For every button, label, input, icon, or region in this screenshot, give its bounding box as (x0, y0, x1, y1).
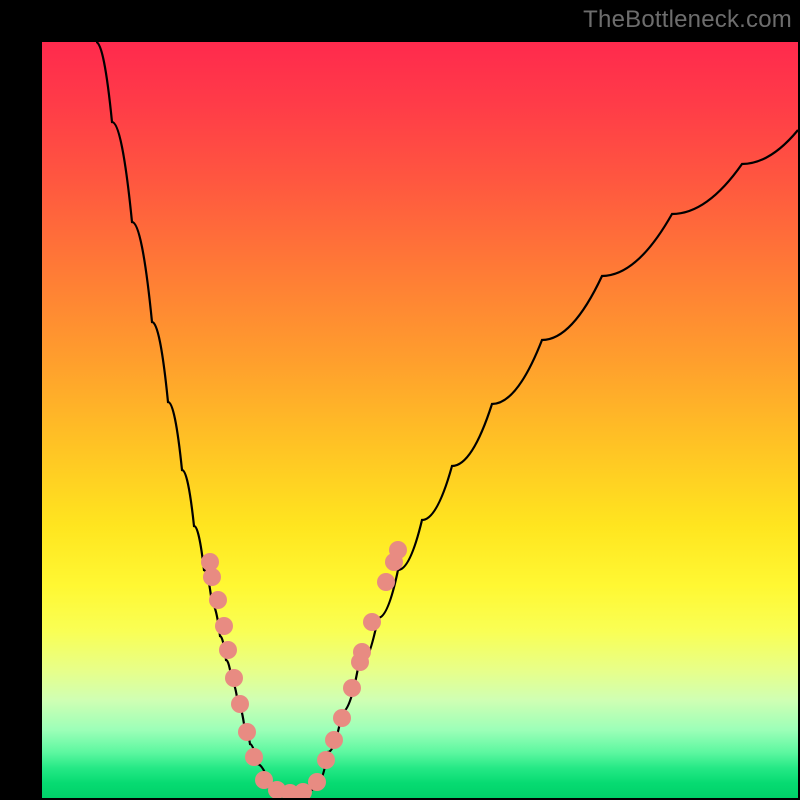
curve-left-branch (96, 42, 270, 787)
scatter-dot (353, 643, 371, 661)
scatter-dot (325, 731, 343, 749)
scatter-dot (245, 748, 263, 766)
curve-right-branch (316, 130, 798, 786)
scatter-dot (363, 613, 381, 631)
scatter-dot (377, 573, 395, 591)
scatter-dot (317, 751, 335, 769)
scatter-dots (201, 541, 407, 798)
scatter-dot (225, 669, 243, 687)
scatter-dot (203, 568, 221, 586)
chart-svg (42, 42, 798, 798)
scatter-dot (308, 773, 326, 791)
scatter-dot (219, 641, 237, 659)
scatter-dot (389, 541, 407, 559)
scatter-dot (209, 591, 227, 609)
chart-frame: TheBottleneck.com (0, 0, 800, 800)
plot-area (42, 42, 798, 798)
watermark-text: TheBottleneck.com (583, 6, 792, 34)
scatter-dot (215, 617, 233, 635)
scatter-dot (343, 679, 361, 697)
scatter-dot (238, 723, 256, 741)
scatter-dot (333, 709, 351, 727)
scatter-dot (231, 695, 249, 713)
